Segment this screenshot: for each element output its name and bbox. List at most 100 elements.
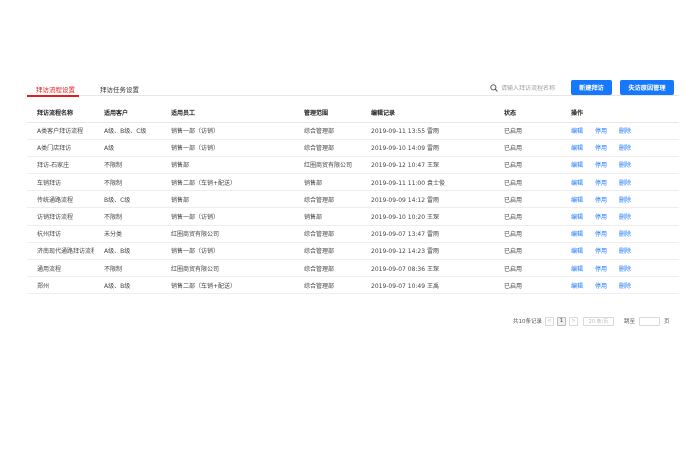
tab-visit-flow-settings[interactable]: 拜访流程设置 [36,84,75,94]
disable-action[interactable]: 停用 [595,283,607,290]
cell-staff: 销售一部（访销） [161,242,294,261]
delete-action[interactable]: 删除 [619,197,631,204]
disable-action[interactable]: 停用 [595,180,607,187]
edit-action[interactable]: 编辑 [571,145,583,152]
cell-staff: 销售二部（车销+配送） [161,276,294,295]
cell-scope: 综合管理部 [294,190,361,209]
disable-action[interactable]: 停用 [595,248,607,255]
cell-actions: 编辑 停用 删除 [561,276,679,295]
cell-customer: 不限制 [94,173,161,192]
cell-record: 2019-09-12 10:47 王琛 [361,156,494,175]
edit-action[interactable]: 编辑 [571,197,583,204]
table-row: A类客户拜访流程 A级、B级、C级 销售一部（访销） 综合管理部 2019-09-11 … [27,122,679,140]
tab-visit-task-settings[interactable]: 拜访任务设置 [100,84,139,94]
cell-staff: 红圈商贸有限公司 [161,259,294,278]
pagination: 共10条记录 < 1 > 20 条/页 跳至 页 [513,316,670,326]
cell-scope: 销售部 [294,207,361,226]
disable-action[interactable]: 停用 [595,214,607,221]
cell-name: 杭州拜访 [27,225,94,243]
table-row: 郑州 A级、B级 销售二部（车销+配送） 综合管理部 2019-09-07 10:49 … [27,276,679,295]
cell-record: 2019-09-07 10:49 王禹 [361,276,494,295]
cell-actions: 编辑 停用 删除 [561,173,679,192]
cell-name: A类门店拜访 [27,139,94,157]
cell-staff: 销售一部（访销） [161,207,294,226]
delete-action[interactable]: 删除 [619,283,631,290]
cell-status: 已启用 [494,207,561,226]
cell-record: 2019-09-10 14:09 雷雨 [361,139,494,157]
cell-status: 已启用 [494,173,561,192]
cell-status: 已启用 [494,242,561,261]
edit-action[interactable]: 编辑 [571,266,583,273]
cell-scope: 综合管理部 [294,139,361,157]
cell-record: 2019-09-09 14:12 雷雨 [361,190,494,209]
page-size-select[interactable]: 20 条/页 [583,316,614,326]
cell-record: 2019-09-07 08:36 王琛 [361,259,494,278]
cell-name: 访销拜访流程 [27,207,94,226]
delete-action[interactable]: 删除 [619,162,631,169]
edit-action[interactable]: 编辑 [571,128,583,135]
cell-status: 已启用 [494,259,561,278]
delete-action[interactable]: 删除 [619,231,631,238]
next-page-button[interactable]: > [569,316,578,326]
table-row: 访销拜访流程 不限制 销售一部（访销） 销售部 2019-09-10 10:20 王琛已… [27,207,679,226]
disable-action[interactable]: 停用 [595,162,607,169]
cell-staff: 销售一部（访销） [161,139,294,157]
cell-name: A类客户拜访流程 [27,122,94,140]
table-row: 传统通路流程 B级、C级 销售部 综合管理部 2019-09-09 14:12 雷雨 已启… [27,190,679,209]
column-header: 编辑记录 [361,103,494,123]
delete-action[interactable]: 删除 [619,128,631,135]
delete-action[interactable]: 删除 [619,248,631,255]
jump-page-input[interactable] [639,316,661,326]
table-row: 拜访-石家庄 不限制 销售部 红圈商贸有限公司 2019-09-12 10:47 王琛已… [27,156,679,175]
missed-visit-reason-button[interactable]: 失访原因管理 [620,80,674,95]
total-count: 共10条记录 [513,319,542,325]
cell-scope: 综合管理部 [294,276,361,295]
cell-customer: 未分类 [94,225,161,243]
edit-action[interactable]: 编辑 [571,214,583,221]
active-tab-indicator [27,95,79,97]
cell-name: 车销拜访 [27,173,94,192]
cell-actions: 编辑 停用 删除 [561,139,679,157]
cell-actions: 编辑 停用 删除 [561,225,679,243]
edit-action[interactable]: 编辑 [571,283,583,290]
new-visit-button[interactable]: 新建拜访 [571,80,612,95]
disable-action[interactable]: 停用 [595,266,607,273]
delete-action[interactable]: 删除 [619,266,631,273]
prev-page-button[interactable]: < [545,316,554,326]
disable-action[interactable]: 停用 [595,231,607,238]
column-header: 适用员工 [161,103,294,123]
delete-action[interactable]: 删除 [619,145,631,152]
delete-action[interactable]: 删除 [619,180,631,187]
disable-action[interactable]: 停用 [595,197,607,204]
cell-record: 2019-09-11 13:55 雷雨 [361,122,494,140]
cell-staff: 销售部 [161,190,294,209]
cell-actions: 编辑 停用 删除 [561,190,679,209]
cell-customer: 不限制 [94,259,161,278]
cell-scope: 红圈商贸有限公司 [294,156,361,175]
delete-action[interactable]: 删除 [619,214,631,221]
edit-action[interactable]: 编辑 [571,248,583,255]
disable-action[interactable]: 停用 [595,128,607,135]
table-row: 济南现代通路拜访流程 A级、B级 销售一部（访销） 综合管理部 2019-09-12 1… [27,242,679,261]
edit-action[interactable]: 编辑 [571,162,583,169]
cell-status: 已启用 [494,225,561,243]
search-input[interactable] [501,84,569,92]
edit-action[interactable]: 编辑 [571,231,583,238]
cell-staff: 红圈商贸有限公司 [161,225,294,243]
cell-record: 2019-09-10 10:20 王琛 [361,207,494,226]
cell-actions: 编辑 停用 删除 [561,259,679,278]
search-box[interactable] [490,82,572,94]
table-row: 通用流程 不限制 红圈商贸有限公司 综合管理部 2019-09-07 08:36 王琛已… [27,259,679,278]
cell-customer: B级、C级 [94,190,161,209]
cell-status: 已启用 [494,276,561,295]
edit-action[interactable]: 编辑 [571,180,583,187]
disable-action[interactable]: 停用 [595,145,607,152]
cell-scope: 综合管理部 [294,259,361,278]
page-button-current[interactable]: 1 [557,316,566,326]
cell-status: 已启用 [494,122,561,140]
cell-scope: 综合管理部 [294,122,361,140]
cell-customer: 不限制 [94,156,161,175]
cell-record: 2019-09-07 13:47 雷雨 [361,225,494,243]
cell-scope: 销售部 [294,173,361,192]
column-header: 状态 [494,103,561,123]
